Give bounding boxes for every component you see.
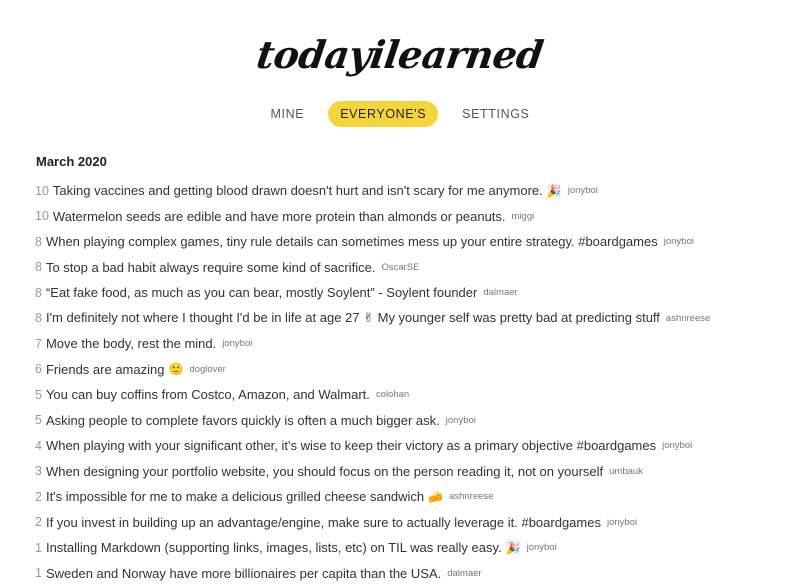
tab-settings[interactable]: SETTINGS xyxy=(450,101,541,127)
til-text-link[interactable]: When playing complex games, tiny rule de… xyxy=(46,234,658,249)
username-link[interactable]: umbauk xyxy=(609,466,643,477)
til-text-link[interactable]: Watermelon seeds are edible and have mor… xyxy=(53,209,506,224)
til-text-link[interactable]: If you invest in building up an advantag… xyxy=(46,515,601,530)
tab-mine[interactable]: MINE xyxy=(259,101,317,127)
emoji-icon: 🙂 xyxy=(168,362,183,376)
username-link[interactable]: jonyboi xyxy=(527,542,557,553)
list-item: 1 Installing Markdown (supporting links, … xyxy=(35,535,785,561)
list-item: 3 When designing your portfolio website, … xyxy=(35,459,785,485)
list-item: 10 Watermelon seeds are edible and have m… xyxy=(35,204,785,230)
upvote-count: 10 xyxy=(35,209,49,223)
list-item: 8 I'm definitely not where I thought I'd … xyxy=(35,306,785,332)
upvote-count: 3 xyxy=(35,464,42,478)
username-link[interactable]: colohan xyxy=(376,389,409,400)
upvote-count: 5 xyxy=(35,413,42,427)
upvote-count: 5 xyxy=(35,388,42,402)
emoji-icon: 🧀 xyxy=(428,490,443,504)
til-text-link[interactable]: Friends are amazing xyxy=(46,362,165,377)
upvote-count: 10 xyxy=(35,184,49,198)
til-text-link[interactable]: You can buy coffins from Costco, Amazon,… xyxy=(46,387,370,402)
til-text-link[interactable]: Installing Markdown (supporting links, i… xyxy=(46,540,502,555)
upvote-count: 8 xyxy=(35,235,42,249)
logo-text: todayilearned xyxy=(254,32,546,77)
username-link[interactable]: jonyboi xyxy=(222,338,252,349)
til-text-link[interactable]: To stop a bad habit always require some … xyxy=(46,260,376,275)
username-link[interactable]: doglover xyxy=(189,364,225,375)
username-link[interactable]: jonyboi xyxy=(662,440,692,451)
list-item: 4 When playing with your significant othe… xyxy=(35,433,785,459)
username-link[interactable]: ashnreese xyxy=(449,491,493,502)
upvote-count: 4 xyxy=(35,439,42,453)
til-text-link[interactable]: When designing your portfolio website, y… xyxy=(46,464,603,479)
username-link[interactable]: dalmaer xyxy=(447,568,481,579)
til-text-link[interactable]: It's impossible for me to make a delicio… xyxy=(46,489,424,504)
username-link[interactable]: jonyboi xyxy=(446,415,476,426)
til-text-link[interactable]: Asking people to complete favors quickly… xyxy=(46,413,440,428)
list-item: 2 It's impossible for me to make a delici… xyxy=(35,484,785,510)
til-text-link[interactable]: I'm definitely not where I thought I'd b… xyxy=(46,310,660,326)
upvote-count: 1 xyxy=(35,566,42,580)
site-logo[interactable]: todayilearned xyxy=(280,24,520,84)
list-item: 7 Move the body, rest the mind. jonyboi xyxy=(35,331,785,357)
upvote-count: 1 xyxy=(35,541,42,555)
list-item: 10 Taking vaccines and getting blood draw… xyxy=(35,178,785,204)
tab-everyones[interactable]: EVERYONE'S xyxy=(328,101,438,127)
til-text-link[interactable]: Sweden and Norway have more billionaires… xyxy=(46,566,441,581)
list-item: 5 You can buy coffins from Costco, Amazon… xyxy=(35,382,785,408)
upvote-count: 7 xyxy=(35,337,42,351)
list-item: 8 When playing complex games, tiny rule d… xyxy=(35,229,785,255)
til-text-link[interactable]: Taking vaccines and getting blood drawn … xyxy=(53,183,543,198)
list-item: 1 Sweden and Norway have more billionaire… xyxy=(35,561,785,586)
username-link[interactable]: OscarSE xyxy=(381,262,419,273)
emoji-icon: 🎉 xyxy=(506,541,521,555)
username-link[interactable]: dalmaer xyxy=(483,287,517,298)
list-item: 8 “Eat fake food, as much as you can bear… xyxy=(35,280,785,306)
til-text-link[interactable]: “Eat fake food, as much as you can bear,… xyxy=(46,285,477,300)
list-item: 5 Asking people to complete favors quickl… xyxy=(35,408,785,434)
upvote-count: 2 xyxy=(35,490,42,504)
upvote-count: 8 xyxy=(35,260,42,274)
list-item: 2 If you invest in building up an advanta… xyxy=(35,510,785,536)
upvote-count: 8 xyxy=(35,311,42,325)
list-item: 6 Friends are amazing🙂 doglover xyxy=(35,357,785,383)
username-link[interactable]: ashnreese xyxy=(666,313,710,324)
username-link[interactable]: miggi xyxy=(512,211,535,222)
upvote-count: 6 xyxy=(35,362,42,376)
upvote-count: 8 xyxy=(35,286,42,300)
til-text-link[interactable]: When playing with your significant other… xyxy=(46,438,656,453)
main-nav: MINE EVERYONE'S SETTINGS xyxy=(0,100,800,128)
username-link[interactable]: jonyboi xyxy=(607,517,637,528)
til-text-link[interactable]: Move the body, rest the mind. xyxy=(46,336,216,351)
list-item: 8 To stop a bad habit always require some… xyxy=(35,255,785,281)
username-link[interactable]: jonyboi xyxy=(664,236,694,247)
username-link[interactable]: jonyboi xyxy=(568,185,598,196)
til-list: 10 Taking vaccines and getting blood draw… xyxy=(35,178,785,586)
emoji-icon: 🎉 xyxy=(547,184,562,198)
upvote-count: 2 xyxy=(35,515,42,529)
month-heading: March 2020 xyxy=(36,154,107,169)
